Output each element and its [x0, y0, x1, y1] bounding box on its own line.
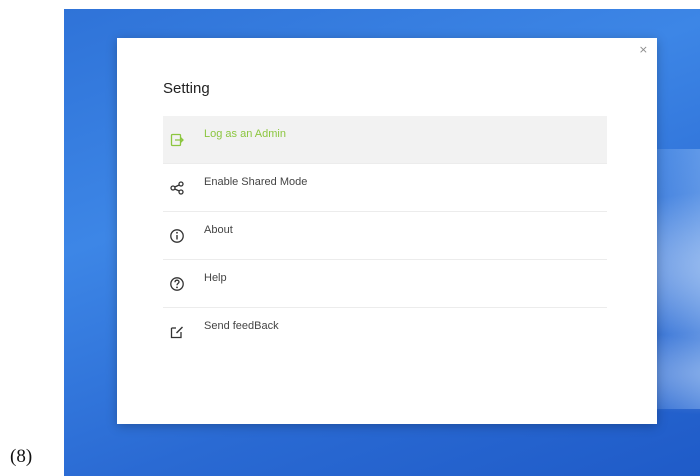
- dialog-title: Setting: [163, 80, 210, 97]
- close-button[interactable]: ×: [639, 43, 648, 56]
- help-icon: [169, 276, 185, 292]
- menu-item-label: Log as an Admin: [204, 128, 286, 140]
- login-icon: [169, 132, 185, 148]
- menu-item-send-feedback[interactable]: Send feedBack: [163, 308, 607, 355]
- menu-item-label: Enable Shared Mode: [204, 176, 308, 188]
- settings-dialog: × Setting Log as an Admin Enable Shared …: [117, 38, 657, 424]
- menu-item-label: Help: [204, 272, 227, 284]
- feedback-icon: [169, 324, 185, 340]
- share-icon: [169, 180, 185, 196]
- menu-item-label: Send feedBack: [204, 320, 279, 332]
- menu-item-log-as-admin[interactable]: Log as an Admin: [163, 116, 607, 164]
- figure-caption: (8): [10, 446, 33, 467]
- info-icon: [169, 228, 185, 244]
- menu-item-label: About: [204, 224, 233, 236]
- settings-menu: Log as an Admin Enable Shared Mode About…: [163, 116, 607, 355]
- menu-item-about[interactable]: About: [163, 212, 607, 260]
- menu-item-enable-shared-mode[interactable]: Enable Shared Mode: [163, 164, 607, 212]
- menu-item-help[interactable]: Help: [163, 260, 607, 308]
